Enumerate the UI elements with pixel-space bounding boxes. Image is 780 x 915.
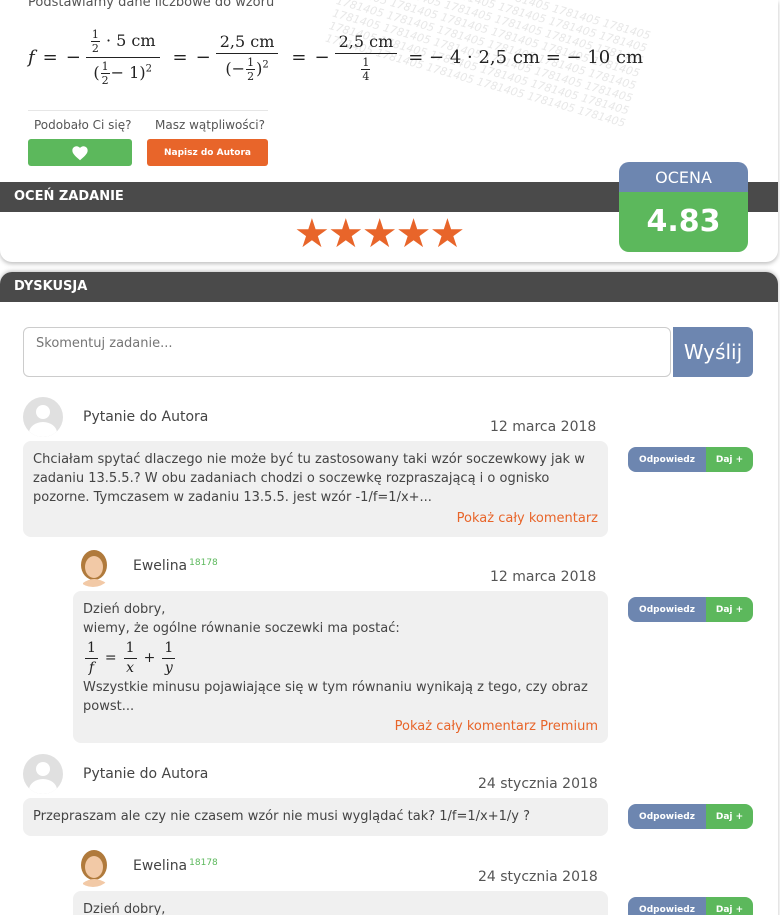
rating-score-value: 4.83 [619, 192, 748, 252]
solution-formula: f = − 12 · 5 cm (1 2− 1)2 = − 2,5 cm (− 1 2… [28, 27, 644, 87]
reply-button[interactable]: Odpowiedz [628, 597, 706, 622]
comment-date: 24 stycznia 2018 [478, 776, 598, 792]
like-question: Podobało Ci się? [34, 118, 132, 132]
comment-actions: Odpowiedz Daj + [628, 804, 753, 829]
comment-date: 12 marca 2018 [490, 569, 597, 585]
send-button[interactable]: Wyślij [673, 327, 753, 377]
comment-author: Pytanie do Autora [83, 766, 209, 782]
avatar [73, 547, 113, 587]
give-plus-button[interactable]: Daj + [706, 597, 753, 622]
doubt-question: Masz wątpliwości? [155, 118, 265, 132]
avatar [73, 847, 113, 887]
reply-button[interactable]: Odpowiedz [628, 897, 706, 915]
avatar [23, 754, 63, 794]
write-to-author-button[interactable]: Napisz do Autora [147, 139, 268, 166]
discussion-card: DYSKUSJA Wyślij Pytanie do Autora 12 mar… [0, 272, 778, 915]
user-photo-icon [73, 547, 113, 587]
fraction-2: 2,5 cm (− 1 2)2 [215, 32, 279, 83]
comment-author: Ewelina 18178 [133, 858, 218, 874]
comment-actions: Odpowiedz Daj + [628, 897, 753, 915]
user-photo-icon [73, 847, 113, 887]
discussion-header: DYSKUSJA [0, 272, 778, 302]
comment-input[interactable] [23, 327, 671, 377]
comment-author: Ewelina 18178 [133, 558, 218, 574]
comment-date: 24 stycznia 2018 [478, 869, 598, 885]
like-button[interactable] [28, 139, 132, 166]
give-plus-button[interactable]: Daj + [706, 897, 753, 915]
fraction-1: 12 · 5 cm (1 2− 1)2 [85, 28, 160, 87]
avatar [23, 397, 63, 437]
reply-button[interactable]: Odpowiedz [628, 447, 706, 472]
divider [28, 110, 268, 111]
rating-score-label: OCENA [619, 162, 748, 192]
comment-actions: Odpowiedz Daj + [628, 597, 753, 622]
comment-actions: Odpowiedz Daj + [628, 447, 753, 472]
show-full-premium-comment-link[interactable]: Pokaż cały komentarz Premium [395, 717, 598, 736]
comment-body: Chciałam spytać dlaczego nie może być tu… [23, 441, 608, 537]
comment-date: 12 marca 2018 [490, 419, 597, 435]
comment-body: Dzień dobry, wiemy, że ogólne równanie s… [73, 591, 608, 743]
show-full-comment-link[interactable]: Pokaż cały komentarz [457, 509, 598, 528]
fraction-3: 2,5 cm 14 [334, 32, 398, 83]
heart-icon [72, 145, 88, 160]
give-plus-button[interactable]: Daj + [706, 804, 753, 829]
comment-body: Przepraszam ale czy nie czasem wzór nie … [23, 798, 608, 836]
points-badge: 18178 [189, 858, 218, 868]
points-badge: 18178 [189, 558, 218, 568]
rating-score-box: OCENA 4.83 [619, 162, 748, 252]
comment-author: Pytanie do Autora [83, 409, 209, 425]
comment-body: Dzień dobry, [73, 891, 608, 915]
lens-equation: 1f = 1x + 1y [85, 639, 176, 676]
solution-intro: Podstawiamy dane liczbowe do wzoru [28, 0, 275, 10]
reply-button[interactable]: Odpowiedz [628, 804, 706, 829]
give-plus-button[interactable]: Daj + [706, 447, 753, 472]
star-rating[interactable]: ★★★★★ [294, 211, 465, 257]
